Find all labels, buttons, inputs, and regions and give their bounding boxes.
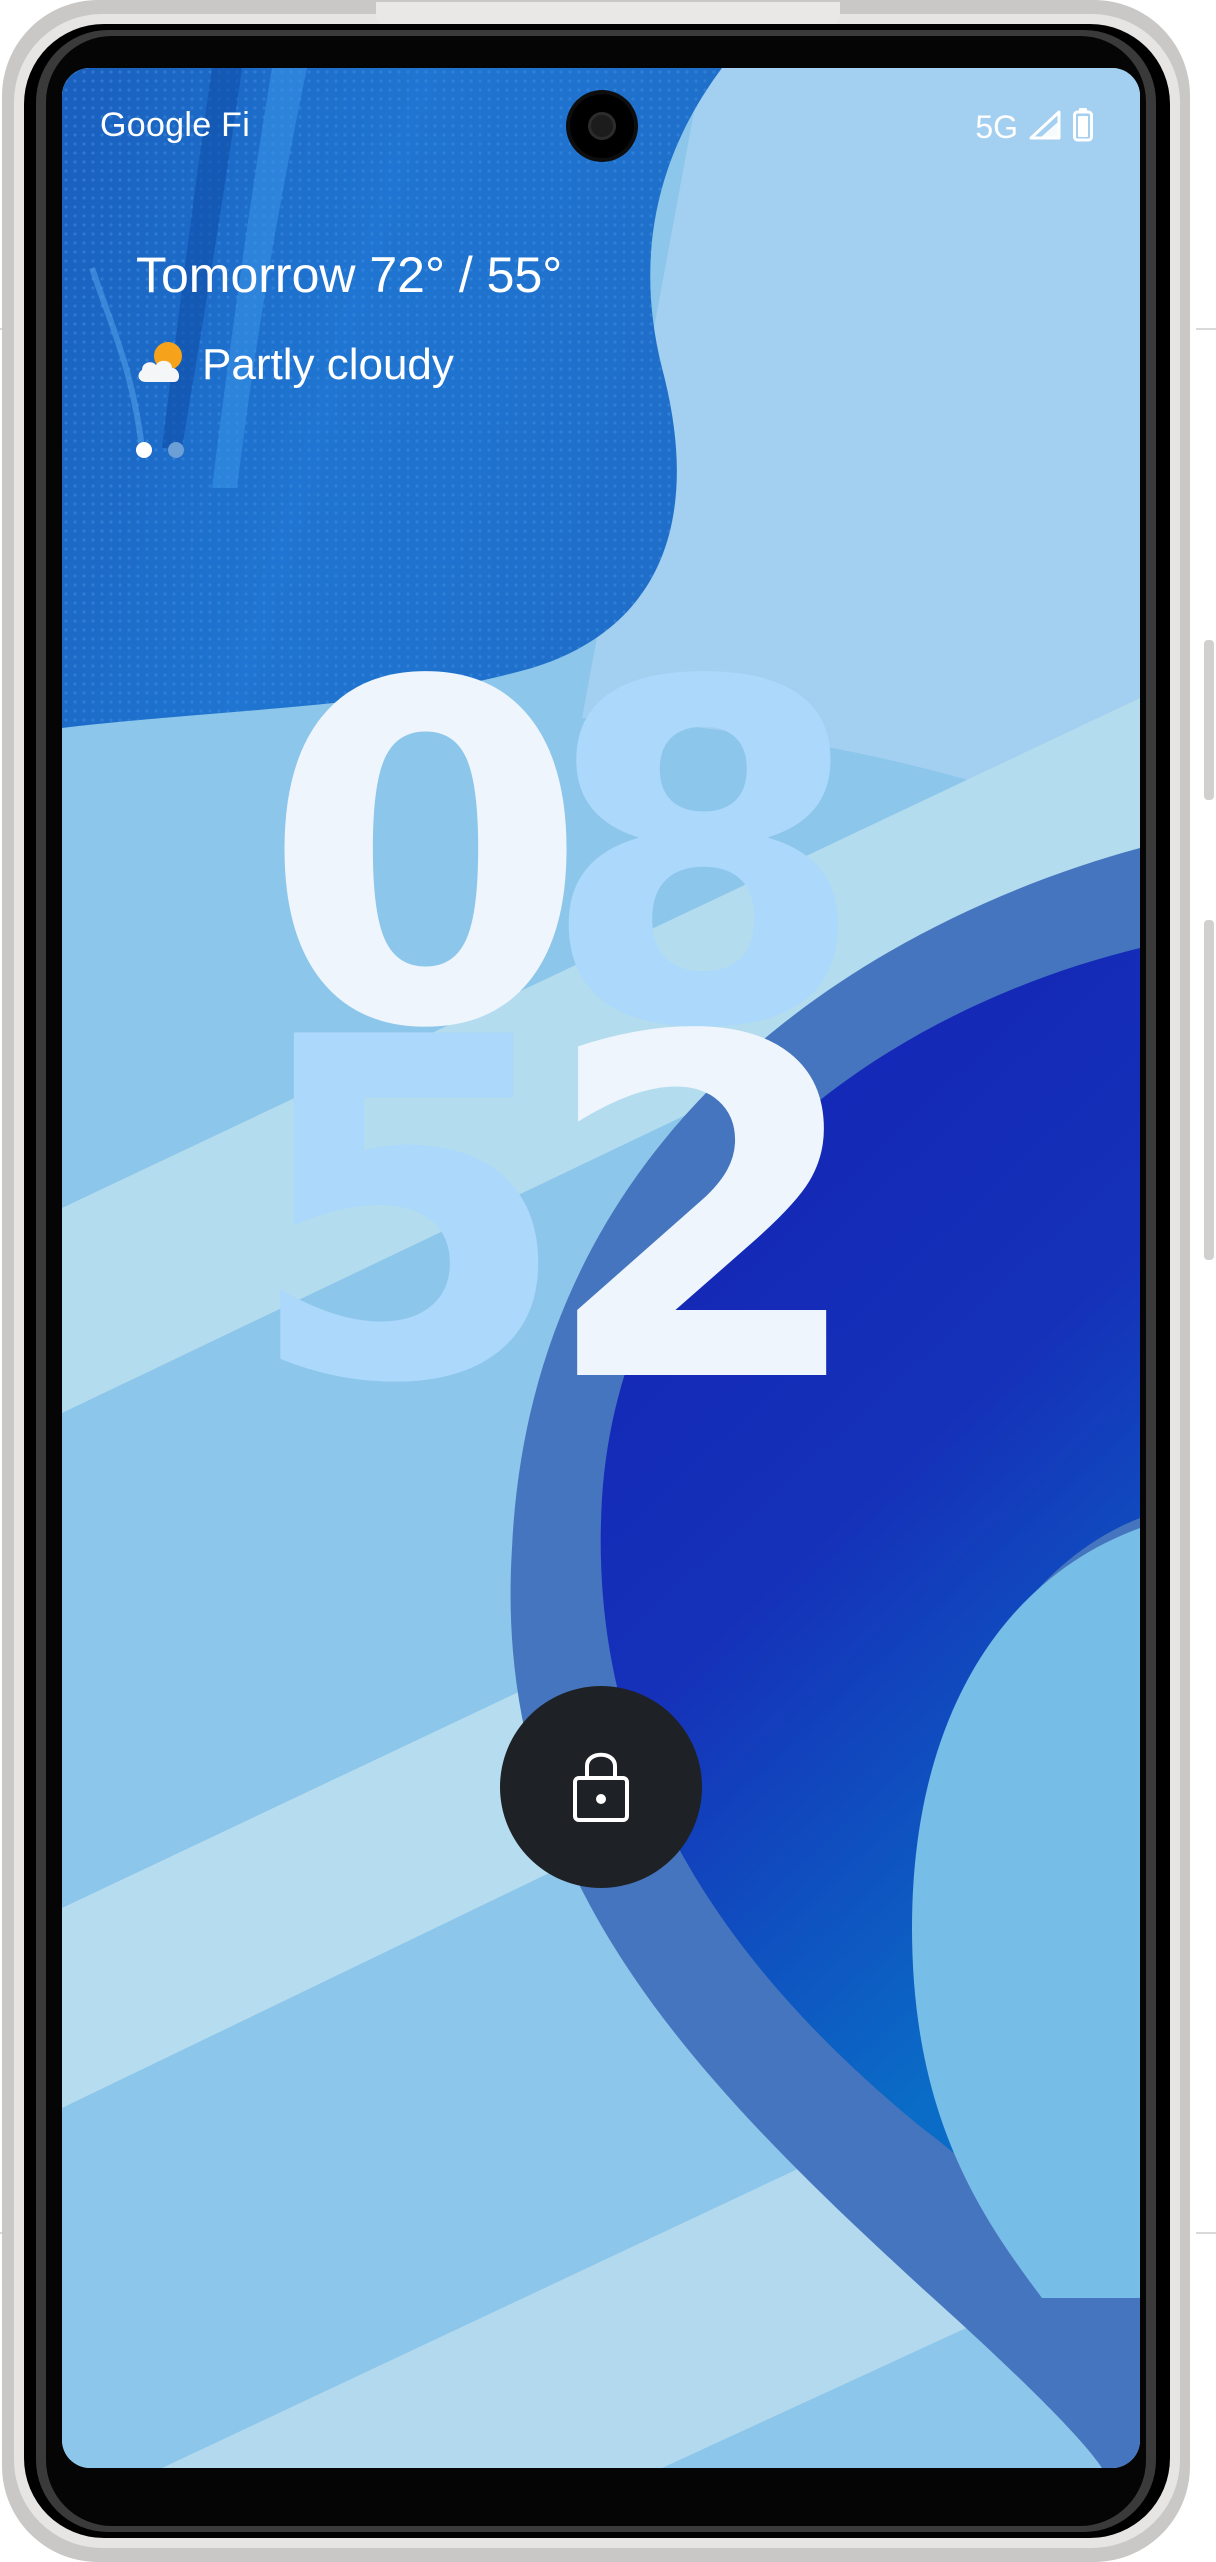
signal-icon <box>1028 109 1062 146</box>
network-type: 5G <box>975 109 1018 145</box>
lock-clock: 0 8 5 2 <box>244 623 1022 1523</box>
lock-icon <box>571 1746 631 1829</box>
unlock-button[interactable] <box>500 1686 702 1888</box>
page-dot-active <box>136 442 152 458</box>
carrier-name: Google Fi <box>100 106 251 144</box>
background-guide <box>1196 2232 1216 2234</box>
weather-condition: Partly cloudy <box>202 339 454 389</box>
background-guide <box>1196 328 1216 330</box>
front-camera-icon <box>570 94 634 158</box>
power-button[interactable] <box>1204 640 1214 800</box>
weather-forecast-title[interactable]: Tomorrow 72° / 55° <box>136 246 562 304</box>
battery-icon <box>1072 108 1094 147</box>
partly-cloudy-icon <box>136 338 188 391</box>
clock-minute-digit-2: 2 <box>540 939 867 1486</box>
lock-screen[interactable]: Google Fi 5G Tomorrow 72° / 55° Partly c… <box>62 68 1140 2468</box>
page-dot <box>168 442 184 458</box>
page-indicator <box>136 442 184 458</box>
volume-button[interactable] <box>1204 920 1214 1260</box>
clock-minute-digit-1: 5 <box>244 939 571 1486</box>
weather-condition-row[interactable]: Partly cloudy <box>136 338 454 391</box>
status-icons: 5G <box>975 108 1094 147</box>
